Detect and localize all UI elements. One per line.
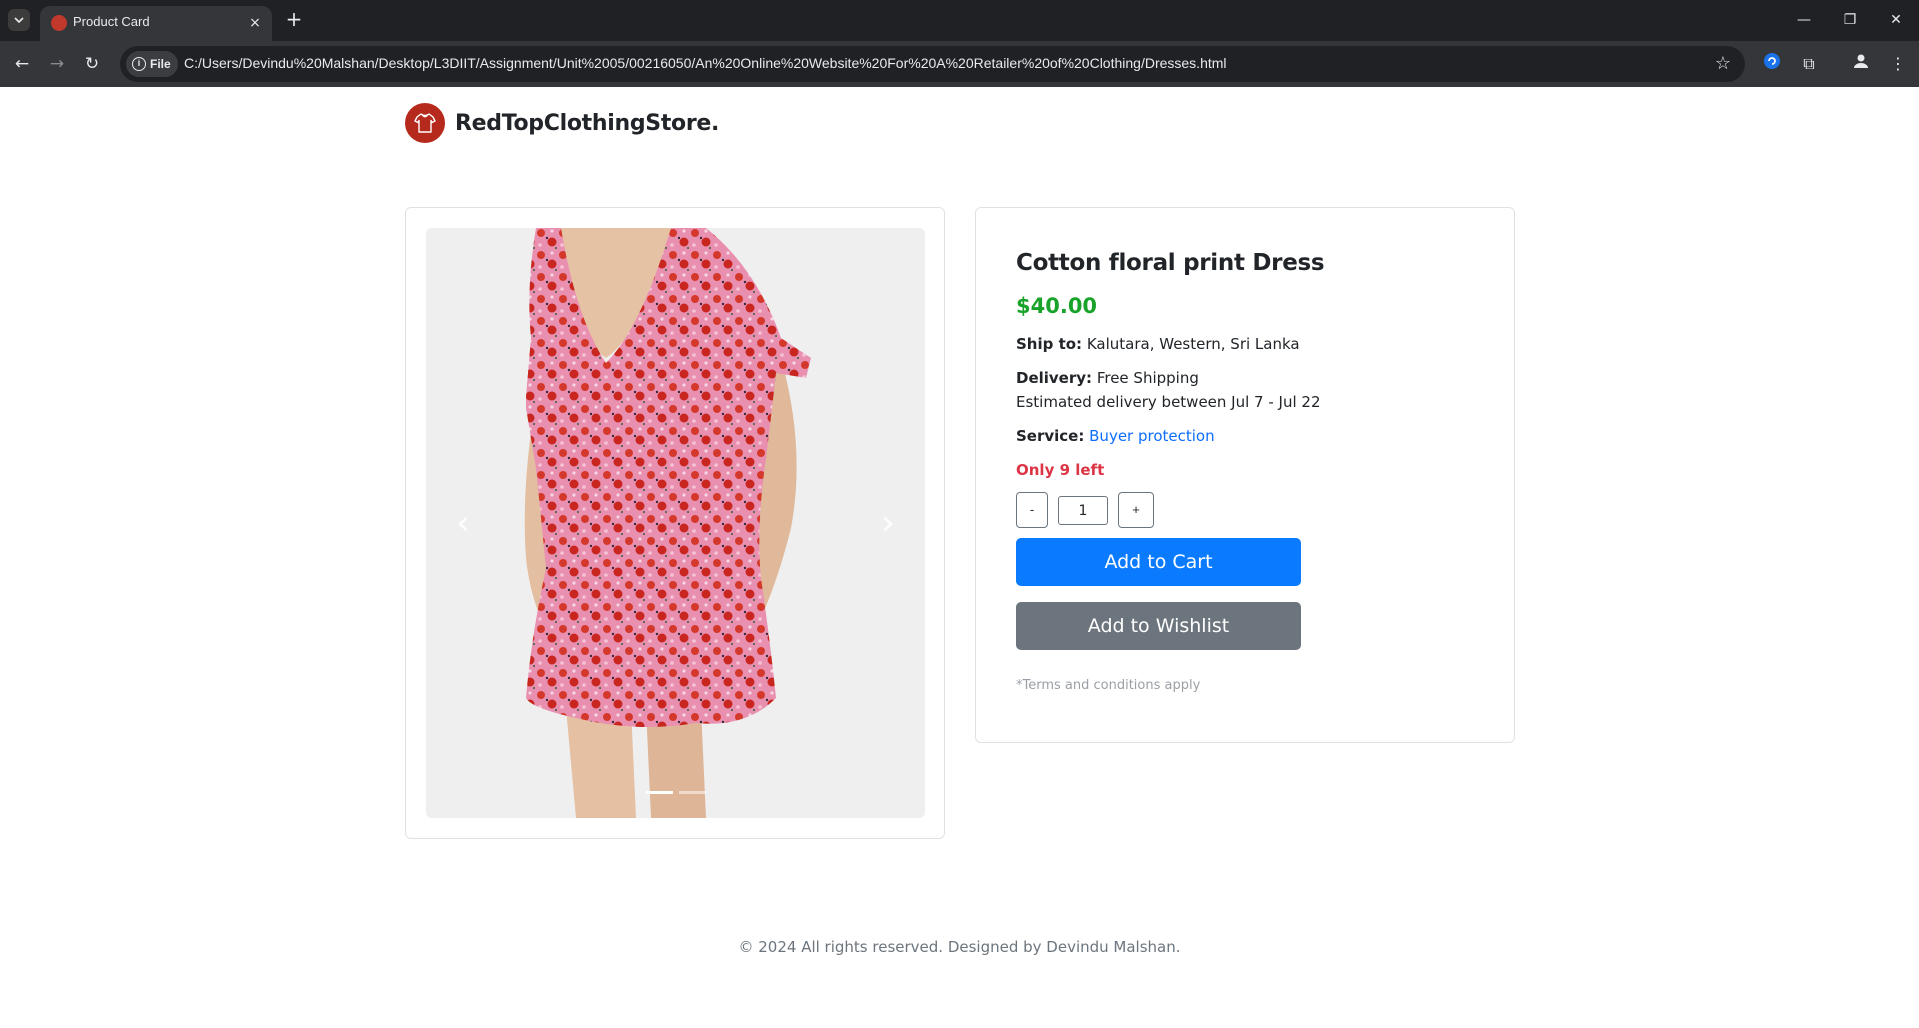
footer-copyright: © 2024 All rights reserved. Designed by …: [738, 938, 1181, 956]
delivery-row: Delivery: Free Shipping Estimated delive…: [1016, 366, 1456, 414]
buyer-protection-link[interactable]: Buyer protection: [1089, 427, 1214, 445]
restore-icon[interactable]: ❐: [1838, 8, 1862, 32]
forward-arrow-icon[interactable]: →: [45, 52, 69, 76]
quantity-input[interactable]: [1058, 496, 1108, 525]
product-price: $40.00: [1016, 294, 1098, 318]
shirt-logo-icon: [405, 103, 445, 143]
browser-tab-bar: Product Card × + — ❐ ✕: [0, 0, 1919, 41]
carousel-indicator-2[interactable]: [678, 791, 706, 794]
shirt-favicon-icon: [51, 15, 67, 31]
profile-avatar-icon[interactable]: [1849, 52, 1873, 76]
service-row: Service: Buyer protection: [1016, 424, 1456, 448]
carousel-next-icon[interactable]: ›: [868, 493, 908, 553]
delivery-value: Free Shipping: [1096, 369, 1199, 387]
reload-icon[interactable]: ↻: [80, 52, 104, 76]
carousel-indicators: [426, 791, 925, 794]
ship-to-value: Kalutara, Western, Sri Lanka: [1086, 335, 1300, 353]
brand-name: RedTopClothingStore.: [455, 110, 720, 136]
site-chip-label: File: [150, 57, 171, 71]
menu-kebab-icon[interactable]: ⋮: [1886, 52, 1910, 76]
service-label: Service:: [1016, 427, 1085, 445]
ship-to-row: Ship to: Kalutara, Western, Sri Lanka: [1016, 332, 1456, 356]
address-bar[interactable]: i File C:/Users/Devindu%20Malshan/Deskto…: [120, 46, 1745, 82]
extensions-puzzle-icon[interactable]: ⧉: [1797, 52, 1821, 76]
carousel-indicator-1[interactable]: [645, 791, 673, 794]
carousel-prev-icon[interactable]: ‹: [443, 493, 483, 553]
url-text[interactable]: C:/Users/Devindu%20Malshan/Desktop/L3DII…: [184, 55, 1227, 71]
ship-to-label: Ship to:: [1016, 335, 1083, 353]
product-title: Cotton floral print Dress: [1016, 250, 1325, 276]
product-image-card: ‹ ›: [405, 207, 945, 839]
delivery-estimate: Estimated delivery between Jul 7 - Jul 2…: [1016, 393, 1321, 411]
back-arrow-icon[interactable]: ←: [10, 52, 34, 76]
product-carousel[interactable]: ‹ ›: [426, 228, 925, 818]
tab-search-button[interactable]: [8, 9, 30, 31]
extension-shield-icon[interactable]: [1760, 52, 1784, 76]
delivery-label: Delivery:: [1016, 369, 1093, 387]
close-window-icon[interactable]: ✕: [1884, 8, 1908, 32]
bookmark-star-icon[interactable]: ☆: [1715, 53, 1731, 74]
increase-quantity-button[interactable]: +: [1118, 492, 1154, 528]
decrease-quantity-button[interactable]: -: [1016, 492, 1048, 528]
site-info-chip[interactable]: i File: [126, 51, 178, 77]
browser-tab[interactable]: Product Card ×: [40, 6, 272, 41]
product-photo: [426, 228, 925, 818]
close-tab-icon[interactable]: ×: [246, 14, 264, 32]
terms-note: *Terms and conditions apply: [1016, 678, 1201, 693]
add-to-wishlist-button[interactable]: Add to Wishlist: [1016, 602, 1301, 650]
info-icon: i: [132, 57, 146, 71]
browser-toolbar: ← → ↻ i File C:/Users/Devindu%20Malshan/…: [0, 41, 1919, 87]
quantity-stepper: - +: [1016, 492, 1456, 528]
new-tab-button[interactable]: +: [283, 9, 305, 31]
chevron-down-icon: [14, 17, 24, 24]
product-info-card: Cotton floral print Dress $40.00 Ship to…: [975, 207, 1515, 743]
add-to-cart-button[interactable]: Add to Cart: [1016, 538, 1301, 586]
minimize-icon[interactable]: —: [1792, 8, 1816, 32]
brand-header[interactable]: RedTopClothingStore.: [405, 103, 719, 143]
stock-status: Only 9 left: [1016, 461, 1105, 479]
tab-title: Product Card: [73, 14, 150, 29]
